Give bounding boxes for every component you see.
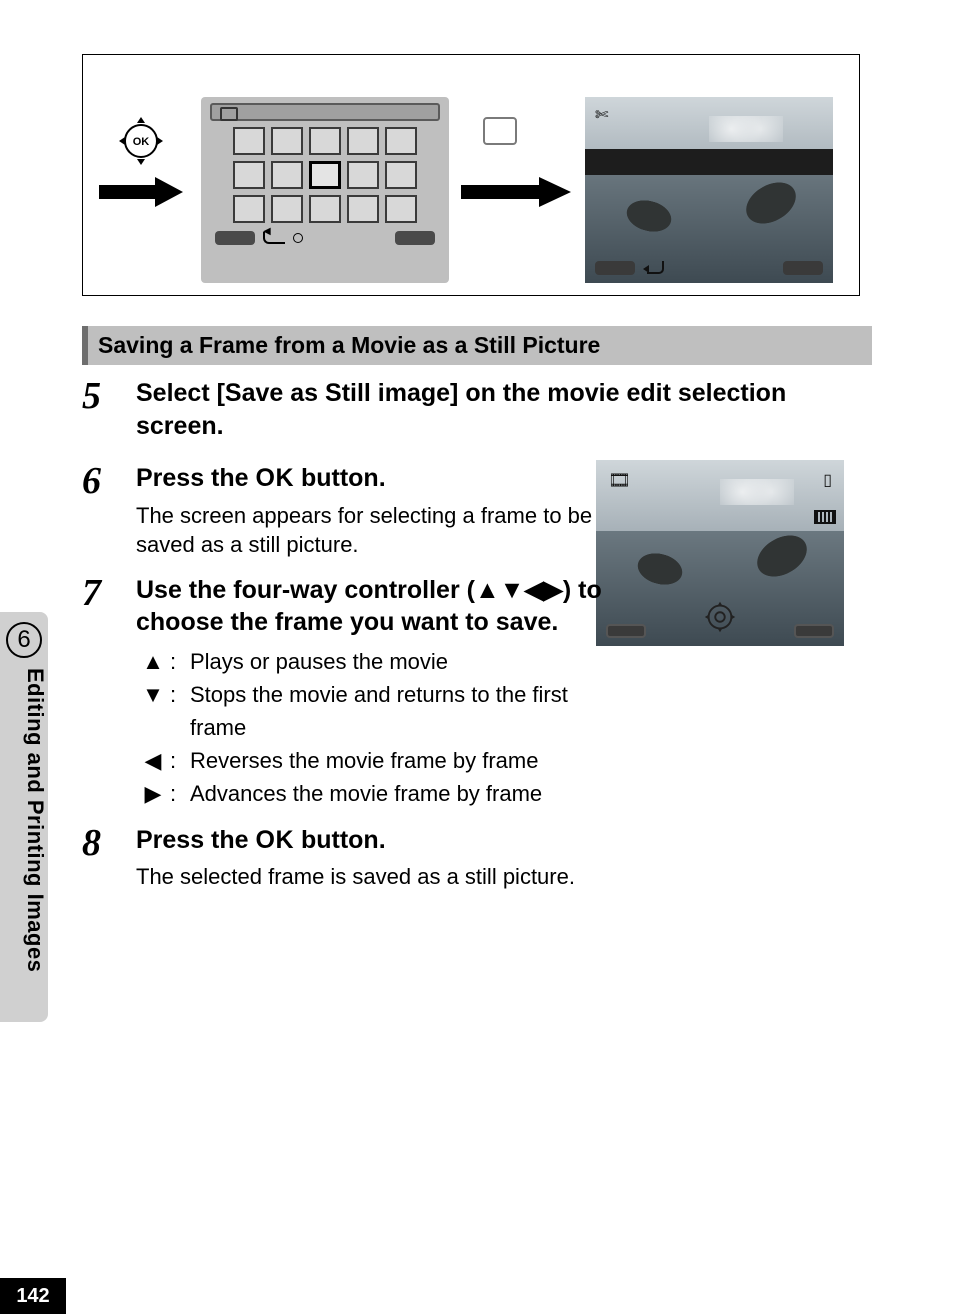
step-title: Use the four-way controller (▲▼◀▶) to ch… bbox=[136, 574, 606, 639]
soft-key-right bbox=[395, 231, 435, 245]
soft-key-left bbox=[595, 261, 635, 275]
step-number: 6 bbox=[82, 462, 136, 560]
legend-text: Plays or pauses the movie bbox=[190, 645, 448, 678]
soft-key-right bbox=[783, 261, 823, 275]
colon: : bbox=[170, 744, 190, 777]
palette-icon bbox=[385, 127, 417, 155]
down-arrow-icon: ▼ bbox=[136, 678, 170, 744]
palette-icon bbox=[271, 195, 303, 223]
arrow-right-icon bbox=[99, 177, 183, 207]
blank-screen-icon bbox=[483, 117, 517, 145]
movie-edit-icon: ✄ bbox=[595, 105, 608, 125]
step-title-text: Press the bbox=[136, 464, 256, 492]
palette-icon bbox=[271, 161, 303, 189]
palette-icon bbox=[309, 195, 341, 223]
legend-text: Stops the movie and returns to the first… bbox=[190, 678, 606, 744]
return-icon bbox=[641, 259, 665, 275]
palette-tab-bar bbox=[210, 103, 440, 121]
page-number: 142 bbox=[0, 1278, 66, 1314]
ok-button-label: OK bbox=[256, 464, 295, 492]
playback-mode-palette bbox=[201, 97, 449, 283]
step-title: Press the OK button. bbox=[136, 824, 872, 857]
step-number: 5 bbox=[82, 377, 136, 448]
palette-icon bbox=[233, 161, 265, 189]
colon: : bbox=[170, 645, 190, 678]
palette-icon bbox=[271, 127, 303, 155]
colon: : bbox=[170, 777, 190, 810]
movie-edit-palette-icon bbox=[309, 161, 341, 189]
palette-icon bbox=[347, 195, 379, 223]
navigation-diagram: OK bbox=[82, 54, 860, 296]
step-title-text: button. bbox=[294, 826, 386, 854]
soft-key-left bbox=[215, 231, 255, 245]
legend-text: Reverses the movie frame by frame bbox=[190, 744, 538, 777]
ok-four-way-icon: OK bbox=[113, 113, 169, 169]
colon: : bbox=[170, 678, 190, 744]
step-description: The selected frame is saved as a still p… bbox=[136, 862, 872, 892]
step-description: The screen appears for selecting a frame… bbox=[136, 501, 606, 560]
palette-icon bbox=[385, 195, 417, 223]
palette-icon bbox=[385, 161, 417, 189]
return-icon bbox=[263, 232, 285, 244]
palette-icon bbox=[233, 195, 265, 223]
step-title: Press the OK button. bbox=[136, 462, 606, 495]
left-arrow-icon: ◀ bbox=[136, 744, 170, 777]
step-title: Select [Save as Still image] on the movi… bbox=[136, 377, 872, 442]
step-title-text: button. bbox=[294, 464, 386, 492]
movie-edit-screen-preview: ✄ bbox=[585, 97, 833, 283]
legend-text: Advances the movie frame by frame bbox=[190, 777, 542, 810]
arrow-right-icon bbox=[461, 177, 571, 207]
step-number: 7 bbox=[82, 574, 136, 810]
four-way-legend: ▲ : Plays or pauses the movie ▼ : Stops … bbox=[136, 645, 606, 810]
step-number: 8 bbox=[82, 824, 136, 892]
ok-label: OK bbox=[133, 136, 150, 148]
palette-icon bbox=[347, 127, 379, 155]
up-arrow-icon: ▲ bbox=[136, 645, 170, 678]
step-title-text: Press the bbox=[136, 826, 256, 854]
section-heading: Saving a Frame from a Movie as a Still P… bbox=[82, 326, 872, 365]
ok-button-label: OK bbox=[256, 826, 295, 854]
chapter-title: Editing and Printing Images bbox=[0, 664, 48, 1014]
palette-icon bbox=[309, 127, 341, 155]
palette-icon bbox=[233, 127, 265, 155]
palette-icon bbox=[347, 161, 379, 189]
chapter-number-badge: 6 bbox=[6, 622, 42, 658]
center-dot-icon bbox=[293, 233, 303, 243]
right-arrow-icon: ▶ bbox=[136, 777, 170, 810]
